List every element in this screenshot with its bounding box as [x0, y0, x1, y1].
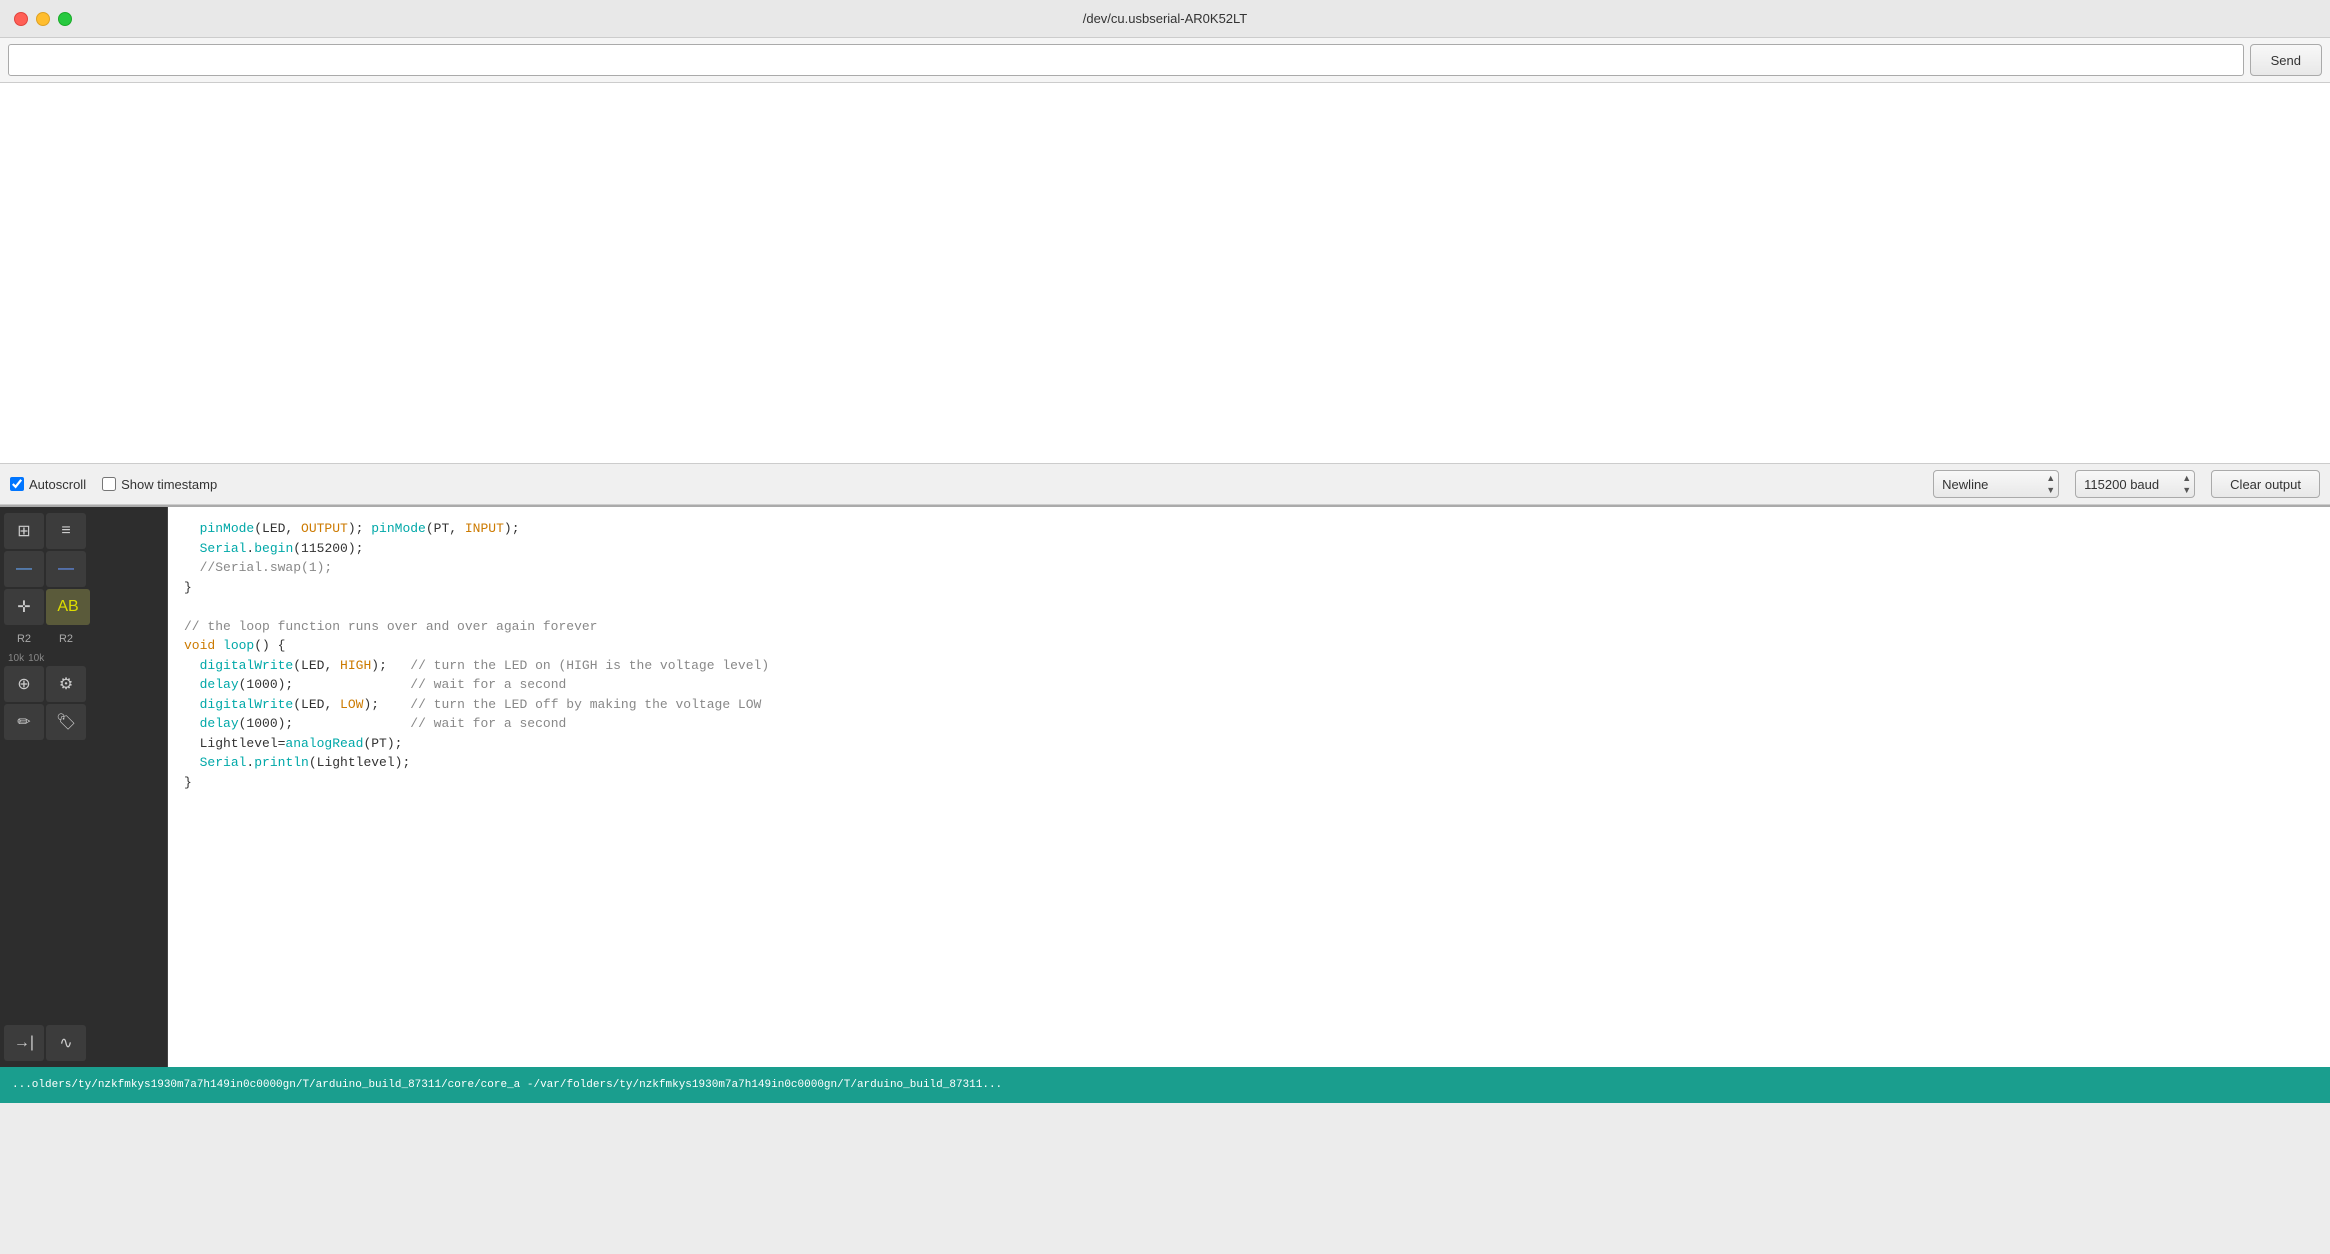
sidebar-tools: ⊞ ≡ — — ✛ AB R2 R2 10k10k ⊕ ⚙: [0, 507, 167, 746]
code-line-9: delay(1000); // wait for a second: [184, 675, 2314, 695]
code-line-7: void loop() {: [184, 636, 2314, 656]
sidebar-tool-gear[interactable]: ⚙: [46, 666, 86, 702]
code-line-10: digitalWrite(LED, LOW); // turn the LED …: [184, 695, 2314, 715]
code-line-1: pinMode(LED, OUTPUT); pinMode(PT, INPUT)…: [184, 519, 2314, 539]
status-bar: ...olders/ty/nzkfmkys1930m7a7h149in0c000…: [0, 1067, 2330, 1103]
close-button[interactable]: [14, 12, 28, 26]
send-button[interactable]: Send: [2250, 44, 2322, 76]
minimize-button[interactable]: [36, 12, 50, 26]
resistor-label-2: R2: [46, 627, 86, 651]
serial-input[interactable]: [8, 44, 2244, 76]
newline-dropdown[interactable]: No line ending Newline Carriage return B…: [1933, 470, 2059, 498]
traffic-lights: [14, 12, 72, 26]
resistor-sublabels: 10k10k: [4, 653, 163, 664]
code-line-3: //Serial.swap(1);: [184, 558, 2314, 578]
sidebar-tool-4[interactable]: —: [46, 551, 86, 587]
input-row: Send: [0, 38, 2330, 83]
code-line-4: }: [184, 578, 2314, 598]
tool-row-4: R2 R2: [4, 627, 163, 651]
code-line-14: }: [184, 773, 2314, 793]
sidebar-tool-pencil[interactable]: ✏: [4, 704, 44, 740]
sidebar-tool-6[interactable]: AB: [46, 589, 90, 625]
title-bar: /dev/cu.usbserial-AR0K52LT: [0, 0, 2330, 38]
sidebar-tool-wave[interactable]: ∿: [46, 1025, 86, 1061]
code-line-2: Serial.begin(115200);: [184, 539, 2314, 559]
tool-row-5: ⊕ ⚙: [4, 666, 163, 702]
autoscroll-label[interactable]: Autoscroll: [10, 477, 86, 492]
sidebar-tool-arrow[interactable]: →|: [4, 1025, 44, 1061]
editor-section: ⊞ ≡ — — ✛ AB R2 R2 10k10k ⊕ ⚙: [0, 507, 2330, 1067]
show-timestamp-text: Show timestamp: [121, 477, 217, 492]
sidebar-tool-1[interactable]: ⊞: [4, 513, 44, 549]
tool-row-6: ✏ 🏷: [4, 704, 163, 740]
resistor-label-1: R2: [4, 627, 44, 651]
autoscroll-checkbox[interactable]: [10, 477, 24, 491]
show-timestamp-checkbox[interactable]: [102, 477, 116, 491]
sidebar-tool-5[interactable]: ✛: [4, 589, 44, 625]
baud-dropdown[interactable]: 300 baud 1200 baud 2400 baud 4800 baud 9…: [2075, 470, 2195, 498]
sidebar-bottom-tools: →| ∿: [0, 1019, 167, 1067]
clear-output-button[interactable]: Clear output: [2211, 470, 2320, 498]
show-timestamp-label[interactable]: Show timestamp: [102, 477, 217, 492]
sidebar-tool-3[interactable]: —: [4, 551, 44, 587]
tool-row-1: ⊞ ≡: [4, 513, 163, 549]
code-line-8: digitalWrite(LED, HIGH); // turn the LED…: [184, 656, 2314, 676]
sidebar-tool-add[interactable]: ⊕: [4, 666, 44, 702]
maximize-button[interactable]: [58, 12, 72, 26]
code-line-6: // the loop function runs over and over …: [184, 617, 2314, 637]
sidebar-tool-tag[interactable]: 🏷: [46, 704, 86, 740]
serial-bottom-bar: Autoscroll Show timestamp No line ending…: [0, 463, 2330, 505]
tool-row-3: ✛ AB: [4, 589, 163, 625]
tool-row-2: — —: [4, 551, 163, 587]
baud-dropdown-container: 300 baud 1200 baud 2400 baud 4800 baud 9…: [2075, 470, 2195, 498]
code-line-11: delay(1000); // wait for a second: [184, 714, 2314, 734]
code-editor[interactable]: pinMode(LED, OUTPUT); pinMode(PT, INPUT)…: [168, 507, 2330, 1067]
serial-monitor: Send Autoscroll Show timestamp No line e…: [0, 38, 2330, 507]
editor-sidebar: ⊞ ≡ — — ✛ AB R2 R2 10k10k ⊕ ⚙: [0, 507, 168, 1067]
autoscroll-text: Autoscroll: [29, 477, 86, 492]
sidebar-tool-2[interactable]: ≡: [46, 513, 86, 549]
tool-row-bottom-1: →| ∿: [4, 1025, 163, 1061]
serial-output-area[interactable]: [0, 83, 2330, 463]
status-bar-text: ...olders/ty/nzkfmkys1930m7a7h149in0c000…: [12, 1079, 1002, 1091]
window-title: /dev/cu.usbserial-AR0K52LT: [1083, 11, 1248, 26]
code-line-5: [184, 597, 2314, 617]
newline-dropdown-container: No line ending Newline Carriage return B…: [1933, 470, 2059, 498]
code-line-13: Serial.println(Lightlevel);: [184, 753, 2314, 773]
code-line-12: Lightlevel=analogRead(PT);: [184, 734, 2314, 754]
